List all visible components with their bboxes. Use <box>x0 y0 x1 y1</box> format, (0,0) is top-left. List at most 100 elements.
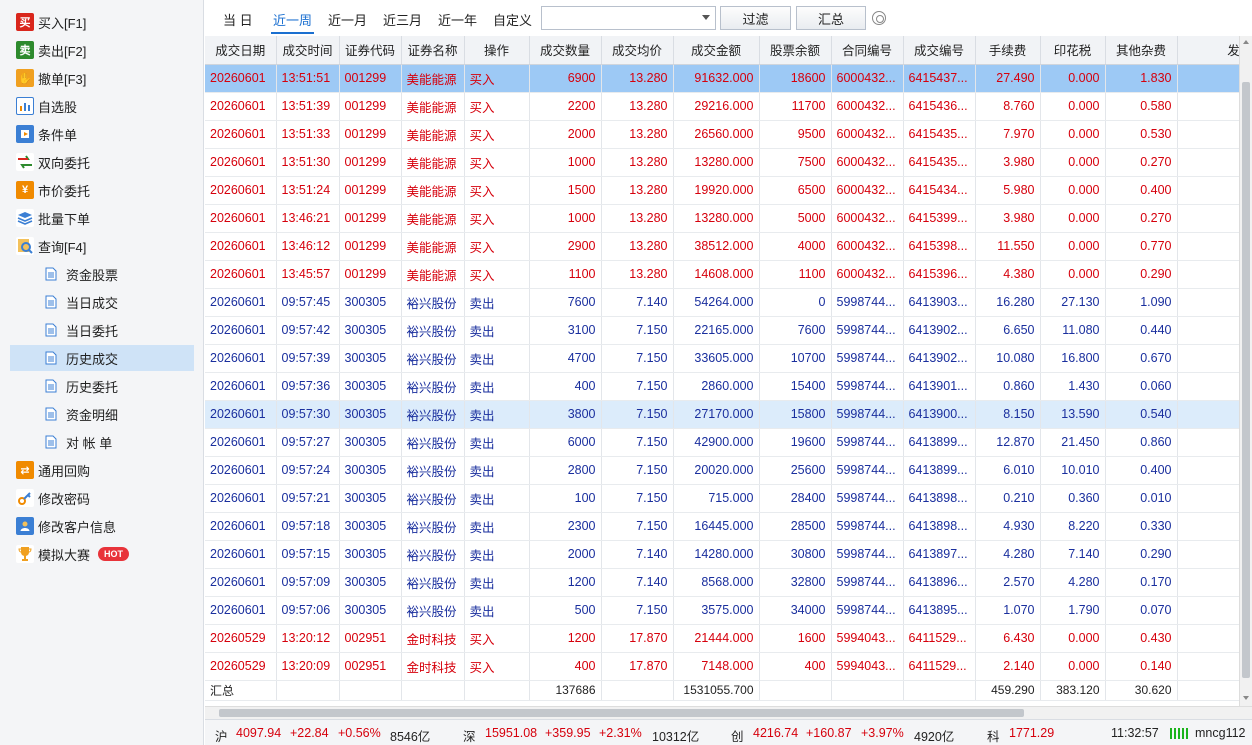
tab-today[interactable]: 当 日 <box>221 10 255 32</box>
scroll-down-icon[interactable] <box>1243 696 1249 700</box>
column-header[interactable]: 成交金额 <box>673 36 760 65</box>
table-row[interactable]: 20260529 13:20:09 002951 金时科技 买入 400 17.870 714… <box>205 652 1239 681</box>
table-cell: 裕兴股份 <box>401 372 465 401</box>
tab-quarter[interactable]: 近三月 <box>381 10 424 32</box>
table-row[interactable]: 20260601 09:57:39 300305 裕兴股份 卖出 4700 7.150 336… <box>205 344 1239 373</box>
column-header[interactable]: 手续费 <box>975 36 1041 65</box>
tab-week[interactable]: 近一周 <box>271 10 315 34</box>
table-cell: 卖出 <box>464 288 530 317</box>
sidebar-item-sell[interactable]: 卖 卖出[F2] <box>10 37 194 63</box>
table-cell: 001299 <box>339 64 402 93</box>
table-cell: 7600 <box>759 316 832 345</box>
sidebar-item-cancel[interactable]: ✋ 撤单[F3] <box>10 65 194 91</box>
sidebar-subitem-history-orders[interactable]: 历史委托 <box>10 373 194 399</box>
table-row[interactable]: 20260601 09:57:27 300305 裕兴股份 卖出 6000 7.150 429… <box>205 428 1239 457</box>
sidebar-item-two-way[interactable]: 双向委托 <box>10 149 194 175</box>
table-row[interactable]: 20260601 13:51:24 001299 美能能源 买入 1500 13.280 19… <box>205 176 1239 205</box>
column-header[interactable]: 其他杂费 <box>1105 36 1178 65</box>
tab-year[interactable]: 近一年 <box>436 10 479 32</box>
sidebar-item-watchlist[interactable]: 自选股 <box>10 93 194 119</box>
table-row[interactable]: 20260601 09:57:18 300305 裕兴股份 卖出 2300 7.150 164… <box>205 512 1239 541</box>
sidebar-subitem-history-trades[interactable]: 历史成交 <box>10 345 194 371</box>
sidebar-item-query[interactable]: 查询[F4] <box>10 233 194 259</box>
horizontal-scrollbar[interactable] <box>205 706 1252 719</box>
column-header[interactable]: 成交编号 <box>903 36 976 65</box>
table-row[interactable]: 20260529 13:20:12 002951 金时科技 买入 1200 17.870 21… <box>205 624 1239 653</box>
sidebar-item-batch[interactable]: 批量下单 <box>10 205 194 231</box>
sidebar-subitem-funds-stocks[interactable]: 资金股票 <box>10 261 194 287</box>
table-row[interactable]: 20260601 13:45:57 001299 美能能源 买入 1100 13.280 14… <box>205 260 1239 289</box>
table-row[interactable]: 20260601 09:57:36 300305 裕兴股份 卖出 400 7.150 2860… <box>205 372 1239 401</box>
sidebar-subitem-today-trades[interactable]: 当日成交 <box>10 289 194 315</box>
table-cell: 5998744... <box>831 596 904 625</box>
vertical-scroll-thumb[interactable] <box>1242 82 1250 678</box>
table-row[interactable]: 20260601 09:57:15 300305 裕兴股份 卖出 2000 7.140 142… <box>205 540 1239 569</box>
sidebar-item-buy[interactable]: 买 买入[F1] <box>10 9 194 35</box>
table-row[interactable]: 20260601 13:51:51 001299 美能能源 买入 6900 13.280 91… <box>205 64 1239 93</box>
sidebar-item-change-password[interactable]: 修改密码 <box>10 485 194 511</box>
sidebar-item-client-info[interactable]: 修改客户信息 <box>10 513 194 539</box>
table-cell: 28 <box>1177 372 1239 401</box>
column-header[interactable]: 成交数量 <box>529 36 602 65</box>
table-cell: 20260601 <box>205 92 277 121</box>
column-header[interactable]: 股票余额 <box>759 36 832 65</box>
signal-icon <box>1170 728 1188 739</box>
column-header[interactable]: 合同编号 <box>831 36 904 65</box>
table-cell: 27.130 <box>1040 288 1106 317</box>
sidebar-subitem-statement[interactable]: 对 帐 单 <box>10 429 194 455</box>
column-header[interactable]: 成交均价 <box>601 36 674 65</box>
sidebar-item-contest[interactable]: 模拟大赛 HOT <box>10 541 194 567</box>
table-row[interactable]: 20260601 09:57:42 300305 裕兴股份 卖出 3100 7.150 221… <box>205 316 1239 345</box>
table-cell: 20260601 <box>205 148 277 177</box>
table-row[interactable]: 20260601 13:51:30 001299 美能能源 买入 1000 13.280 13… <box>205 148 1239 177</box>
table-row[interactable]: 20260601 09:57:06 300305 裕兴股份 卖出 500 7.150 3575… <box>205 596 1239 625</box>
table-cell: 5000 <box>759 204 832 233</box>
filter-button[interactable]: 过滤 <box>720 6 791 30</box>
settings-icon[interactable] <box>872 11 886 25</box>
column-header[interactable]: 成交时间 <box>276 36 340 65</box>
sidebar-item-repo[interactable]: ⇄ 通用回购 <box>10 457 194 483</box>
table-cell: 13:46:21 <box>276 204 340 233</box>
summary-button[interactable]: 汇总 <box>796 6 866 30</box>
table-cell: 09:57:15 <box>276 540 340 569</box>
table-cell: 132 <box>1177 204 1239 233</box>
tab-custom[interactable]: 自定义 <box>491 10 534 32</box>
sidebar-subitem-today-orders[interactable]: 当日委托 <box>10 317 194 343</box>
table-row[interactable]: 20260601 09:57:45 300305 裕兴股份 卖出 7600 7.140 542… <box>205 288 1239 317</box>
column-header[interactable]: 操作 <box>464 36 530 65</box>
table-row[interactable]: 20260601 13:51:33 001299 美能能源 买入 2000 13.280 26… <box>205 120 1239 149</box>
sidebar-item-conditional[interactable]: 条件单 <box>10 121 194 147</box>
column-header[interactable]: 发生金 <box>1177 36 1239 65</box>
table-cell: 20260601 <box>205 512 277 541</box>
column-header[interactable]: 证券代码 <box>339 36 402 65</box>
table-row[interactable]: 20260601 13:46:12 001299 美能能源 买入 2900 13.280 38… <box>205 232 1239 261</box>
table-row[interactable]: 20260601 13:51:39 001299 美能能源 买入 2200 13.280 29… <box>205 92 1239 121</box>
table-row[interactable]: 20260601 13:46:21 001299 美能能源 买入 1000 13.280 13… <box>205 204 1239 233</box>
table-row[interactable]: 20260601 09:57:30 300305 裕兴股份 卖出 3800 7.150 271… <box>205 400 1239 429</box>
table-cell: 7.150 <box>601 512 674 541</box>
vertical-scrollbar[interactable] <box>1239 36 1252 706</box>
table-row[interactable]: 20260601 09:57:09 300305 裕兴股份 卖出 1200 7.140 856… <box>205 568 1239 597</box>
table-cell: 10700 <box>759 344 832 373</box>
column-header[interactable]: 证券名称 <box>401 36 465 65</box>
sidebar-item-market-order[interactable]: ¥ 市价委托 <box>10 177 194 203</box>
table-cell: 17.870 <box>601 624 674 653</box>
sidebar-subitem-label: 对 帐 单 <box>66 435 113 451</box>
table-cell: 13:51:51 <box>276 64 340 93</box>
table-cell: 001299 <box>339 148 402 177</box>
sell-icon: 卖 <box>16 41 34 59</box>
horizontal-scroll-thumb[interactable] <box>219 709 1024 717</box>
buy-icon: 买 <box>16 13 34 31</box>
sidebar-item-label: 查询[F4] <box>38 239 87 255</box>
sidebar-subitem-funds-detail[interactable]: 资金明细 <box>10 401 194 427</box>
table-cell: 14608.000 <box>673 260 760 289</box>
table-row[interactable]: 20260601 09:57:21 300305 裕兴股份 卖出 100 7.150 715.… <box>205 484 1239 513</box>
scroll-up-icon[interactable] <box>1243 40 1249 44</box>
column-header[interactable]: 成交日期 <box>205 36 277 65</box>
table-row[interactable]: 20260601 09:57:24 300305 裕兴股份 卖出 2800 7.150 200… <box>205 456 1239 485</box>
tab-month[interactable]: 近一月 <box>326 10 369 32</box>
column-header[interactable]: 印花税 <box>1040 36 1106 65</box>
table-cell: 1.830 <box>1105 64 1178 93</box>
table-cell: 300305 <box>339 484 402 513</box>
period-select[interactable] <box>541 6 716 30</box>
